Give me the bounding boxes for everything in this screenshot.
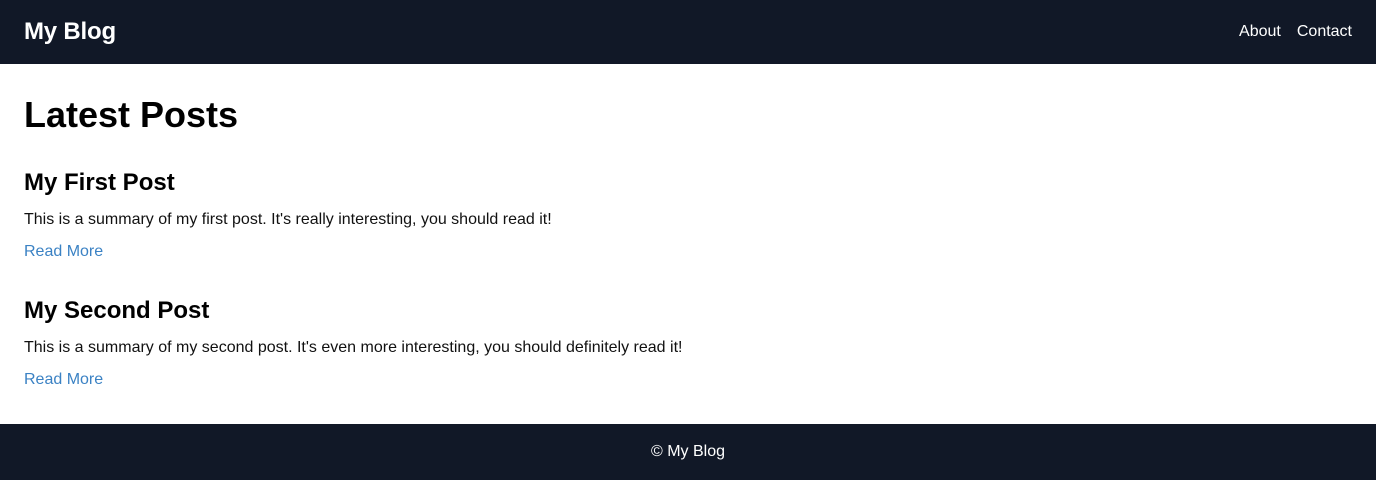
site-footer: © My Blog — [0, 424, 1376, 480]
post-summary: This is a summary of my second post. It'… — [24, 339, 683, 356]
post-title: My Second Post — [24, 297, 210, 324]
top-nav: About Contact — [1239, 24, 1352, 40]
read-more-link[interactable]: Read More — [24, 242, 103, 262]
footer-text: © My Blog — [650, 443, 726, 460]
nav-about-link[interactable]: About — [1239, 24, 1281, 40]
nav-contact-link[interactable]: Contact — [1297, 24, 1352, 40]
site-header: My Blog About Contact — [0, 0, 1376, 64]
post-title: My First Post — [24, 169, 175, 196]
page-title: Latest Posts — [24, 94, 239, 135]
read-more-link[interactable]: Read More — [24, 370, 103, 390]
brand-link[interactable]: My Blog — [24, 20, 116, 44]
post-summary: This is a summary of my first post. It's… — [24, 211, 552, 228]
